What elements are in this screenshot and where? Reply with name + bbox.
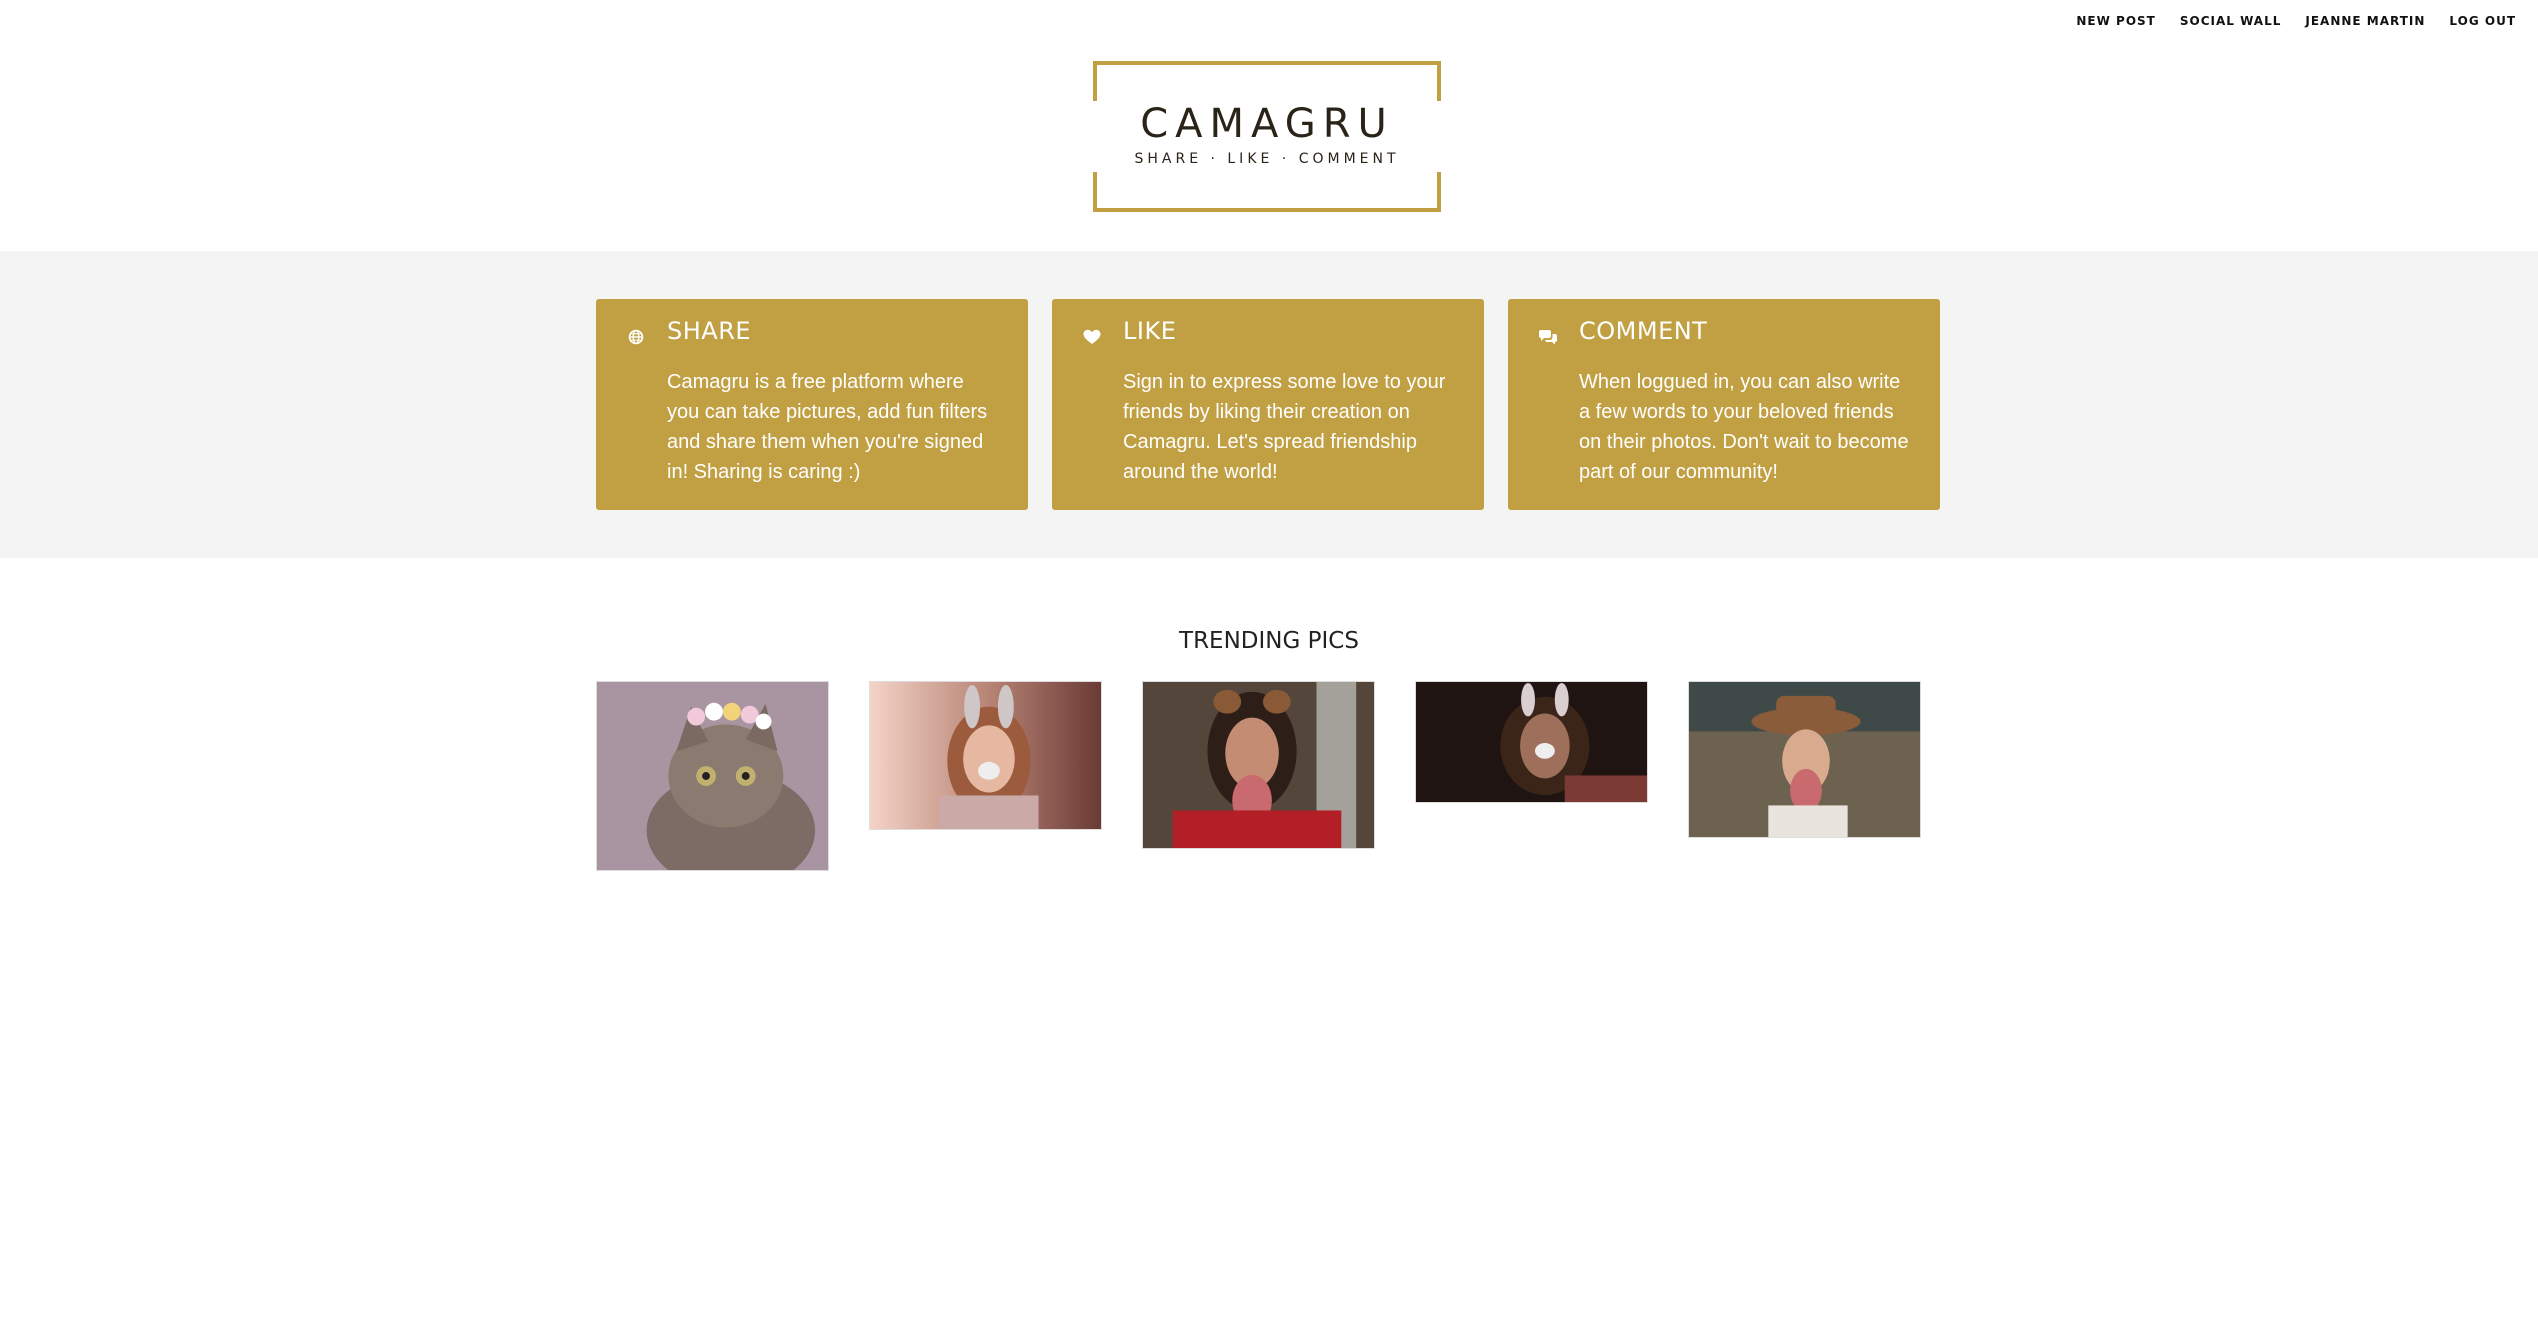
globe-icon [626, 327, 646, 347]
hat-dog-filter-photo [1689, 682, 1920, 837]
feature-title: SHARE [667, 317, 752, 345]
feature-card-share: SHARE Camagru is a free platform where y… [596, 299, 1028, 510]
dog-filter-photo [1143, 682, 1374, 848]
nav-new-post[interactable]: NEW POST [2076, 14, 2155, 28]
nav-log-out[interactable]: LOG OUT [2449, 14, 2516, 28]
heart-icon [1082, 327, 1102, 347]
feature-card-comment: COMMENT When loggued in, you can also wr… [1508, 299, 1940, 510]
logo-frame-bottom [1093, 172, 1441, 212]
comments-icon [1538, 327, 1558, 347]
logo-title: CAMAGRU [1140, 101, 1394, 147]
logo-subtitle: SHARE · LIKE · COMMENT [1134, 151, 1400, 167]
feature-text: Camagru is a free platform where you can… [667, 371, 988, 483]
feature-text: When loggued in, you can also write a fe… [1579, 371, 1909, 483]
nav-user-profile[interactable]: JEANNE MARTIN [2305, 14, 2425, 28]
trending-pic-hat-dog-filter[interactable] [1688, 681, 1921, 838]
feature-title: COMMENT [1579, 317, 1708, 345]
top-nav: NEW POST SOCIAL WALL JEANNE MARTIN LOG O… [2076, 14, 2516, 28]
kitten-photo [597, 682, 828, 870]
trending-pic-dog-filter[interactable] [1142, 681, 1375, 849]
trending-pic-kitten[interactable] [596, 681, 829, 871]
site-logo[interactable]: CAMAGRU SHARE · LIKE · COMMENT [1093, 61, 1441, 212]
bunny-filter-photo [870, 682, 1101, 829]
feature-title: LIKE [1123, 317, 1177, 345]
feature-card-like: LIKE Sign in to express some love to you… [1052, 299, 1484, 510]
logo-frame-top [1093, 61, 1441, 101]
trending-pic-bunny-filter-dark[interactable] [1415, 681, 1648, 803]
trending-title: TRENDING PICS [1179, 628, 1359, 654]
bunny-filter-dark-photo [1416, 682, 1647, 802]
nav-social-wall[interactable]: SOCIAL WALL [2180, 14, 2282, 28]
trending-pic-bunny-filter[interactable] [869, 681, 1102, 830]
features-section: SHARE Camagru is a free platform where y… [0, 251, 2538, 558]
feature-text: Sign in to express some love to your fri… [1123, 371, 1446, 483]
